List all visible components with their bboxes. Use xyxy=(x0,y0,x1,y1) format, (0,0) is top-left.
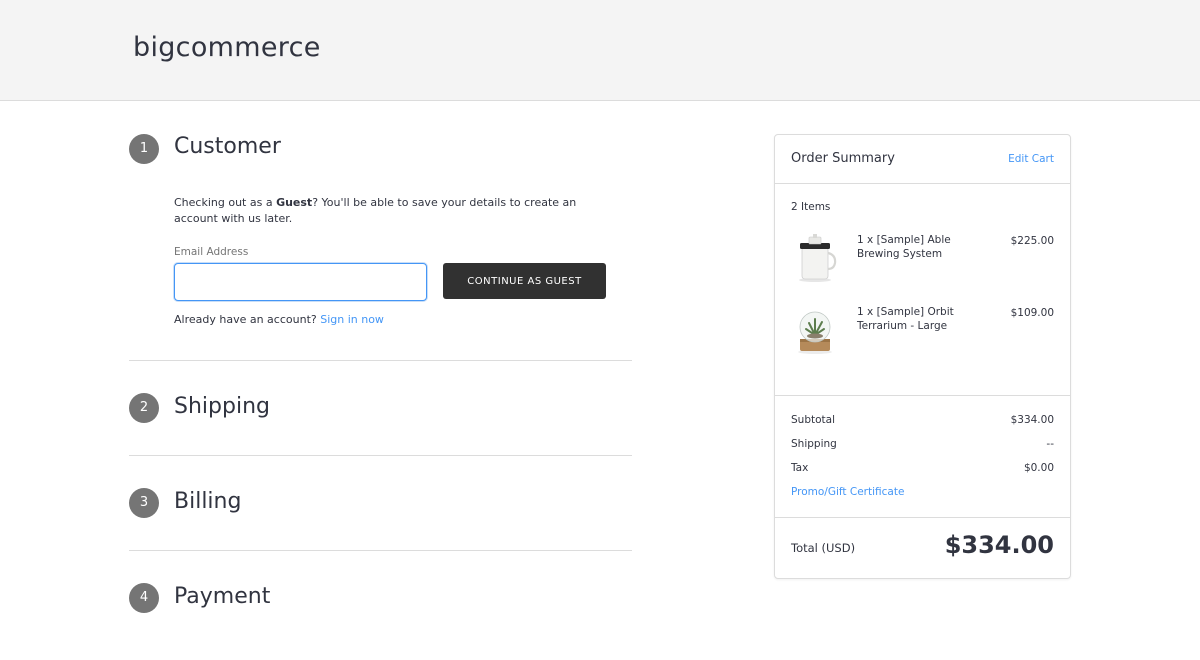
subtotal-value: $334.00 xyxy=(1010,414,1054,426)
order-summary-title: Order Summary xyxy=(791,151,895,166)
item-price-brewing-system: $225.00 xyxy=(1010,235,1054,247)
sign-in-link[interactable]: Sign in now xyxy=(320,313,384,326)
summary-divider xyxy=(775,395,1070,396)
step-number-payment: 4 xyxy=(129,583,159,613)
summary-divider xyxy=(775,183,1070,184)
item-name-brewing-system: 1 x [Sample] Able Brewing System xyxy=(857,234,951,260)
edit-cart-link[interactable]: Edit Cart xyxy=(1008,153,1054,165)
order-summary: Order Summary Edit Cart 2 Items 1 x [Sam… xyxy=(774,134,1071,579)
step-divider xyxy=(129,360,632,361)
page-header: bigcommerce xyxy=(0,0,1200,101)
step-divider xyxy=(129,550,632,551)
shipping-label: Shipping xyxy=(791,438,837,450)
shipping-value: -- xyxy=(1046,438,1054,450)
step-title-shipping: Shipping xyxy=(174,394,270,419)
step-number-customer: 1 xyxy=(129,134,159,164)
step-divider xyxy=(129,455,632,456)
step-number-shipping: 2 xyxy=(129,393,159,423)
guest-prefix-text: Checking out as a xyxy=(174,196,277,209)
items-count: 2 Items xyxy=(791,201,831,213)
step-title-billing: Billing xyxy=(174,489,242,514)
step-number-billing: 3 xyxy=(129,488,159,518)
guest-bold-text: Guest xyxy=(276,196,313,209)
step-title-customer: Customer xyxy=(174,134,281,159)
item-name-terrarium: 1 x [Sample] Orbit Terrarium - Large xyxy=(857,306,954,332)
email-field[interactable] xyxy=(174,263,427,301)
terrarium-image xyxy=(798,311,832,354)
have-account-text: Already have an account? xyxy=(174,313,317,326)
tax-label: Tax xyxy=(791,462,809,474)
store-logo[interactable]: bigcommerce xyxy=(133,32,321,63)
subtotal-label: Subtotal xyxy=(791,414,835,426)
summary-divider xyxy=(775,517,1070,518)
item-price-terrarium: $109.00 xyxy=(1010,307,1054,319)
promo-gift-certificate-link[interactable]: Promo/Gift Certificate xyxy=(791,486,904,498)
total-value: $334.00 xyxy=(944,531,1054,559)
brewing-system-image xyxy=(799,234,837,282)
guest-checkout-notice: Checking out as a Guest? You'll be able … xyxy=(174,195,604,227)
continue-as-guest-button[interactable]: CONTINUE AS GUEST xyxy=(443,263,606,299)
email-label: Email Address xyxy=(174,246,249,258)
total-label: Total (USD) xyxy=(791,541,856,555)
step-title-payment: Payment xyxy=(174,584,271,609)
tax-value: $0.00 xyxy=(1023,462,1054,474)
sign-in-prompt: Already have an account? Sign in now xyxy=(174,313,384,326)
